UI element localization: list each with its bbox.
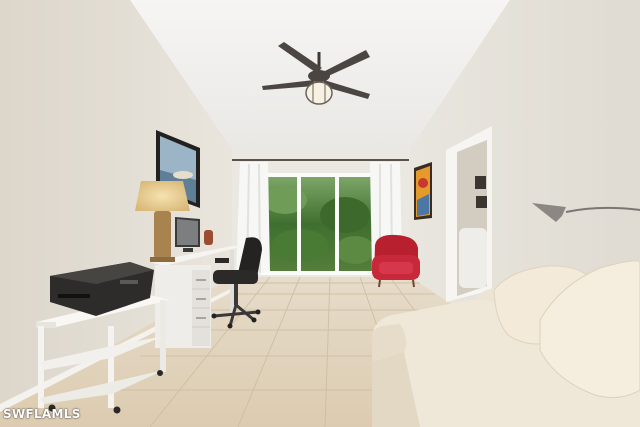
garden-window [260,173,376,275]
watermark-logo: SWFLAMLS [3,407,81,421]
wall-art-abstract [414,162,432,220]
doorway [446,126,492,302]
red-armchair [372,234,420,288]
fan-light [305,81,333,105]
room-illustration [0,0,640,427]
room-photo: SWFLAMLS [0,0,640,427]
computer-monitor [175,217,200,252]
bedroom-chair [459,228,487,288]
desk-jar [204,230,213,245]
picture-frame-small [475,176,486,189]
